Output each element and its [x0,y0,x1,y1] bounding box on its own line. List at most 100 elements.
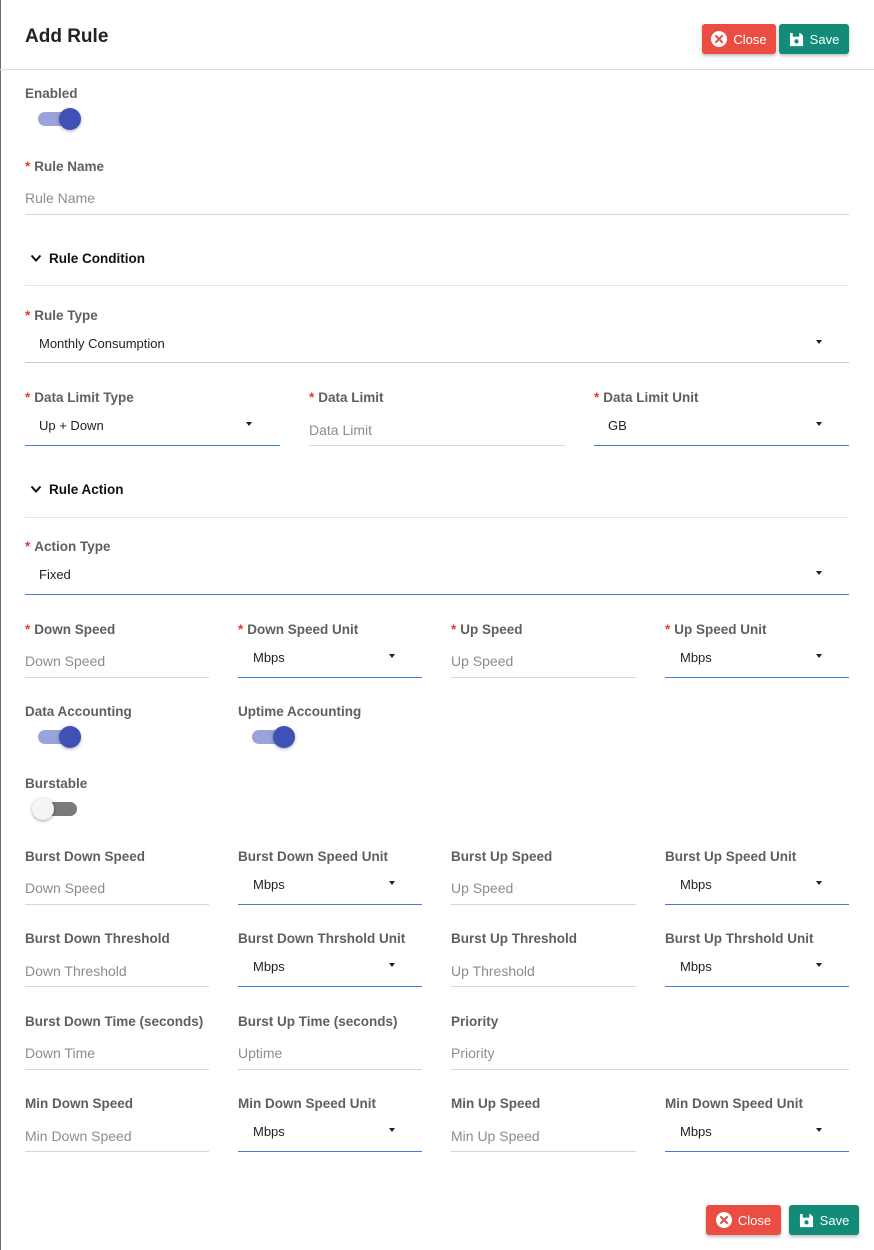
data-limit-unit-label: * Data Limit Unit [594,390,699,405]
min-down-speed-unit-underline [238,1151,422,1152]
down-speed-unit-select[interactable]: Mbps [253,650,285,665]
up-speed-unit-underline [665,677,849,678]
burst-down-threshold-unit-select[interactable]: Mbps [253,959,285,974]
min-down-speed-underline [25,1151,209,1152]
footer-close-button[interactable]: Close [706,1205,781,1235]
burst-up-speed-unit-label: Burst Up Speed Unit [665,849,797,864]
min-up-speed-input[interactable]: Min Up Speed [451,1128,540,1144]
burst-down-time-underline [25,1069,209,1070]
data-limit-label: * Data Limit [309,390,384,405]
action-type-label: * Action Type [25,539,111,554]
down-speed-underline [25,677,209,678]
enabled-toggle[interactable] [36,107,82,131]
divider [25,285,849,286]
caret-down-icon [816,422,822,426]
burst-up-time-label: Burst Up Time (seconds) [238,1014,398,1029]
burst-down-threshold-unit-label: Burst Down Thrshold Unit [238,931,406,946]
save-button[interactable]: Save [779,24,849,54]
burst-down-time-input[interactable]: Down Time [25,1045,95,1061]
burst-up-speed-underline [451,904,636,905]
caret-down-icon [816,654,822,658]
down-speed-unit-underline [238,677,422,678]
chevron-down-icon[interactable] [30,254,42,263]
min-down-speed-unit-select[interactable]: Mbps [253,1124,285,1139]
data-accounting-toggle[interactable] [36,725,82,749]
burstable-label: Burstable [25,776,88,791]
burst-up-threshold-underline [451,986,636,987]
caret-down-icon [389,654,395,658]
burst-down-speed-input[interactable]: Down Speed [25,880,105,896]
caret-down-icon [246,422,252,426]
rule-type-label: * Rule Type [25,308,98,323]
footer-close-label: Close [737,1212,772,1228]
up-speed-input[interactable]: Up Speed [451,653,513,669]
rule-action-title[interactable]: Rule Action [49,482,124,497]
chevron-down-icon[interactable] [30,485,42,494]
data-limit-type-select[interactable]: Up + Down [39,418,104,433]
down-speed-unit-label: * Down Speed Unit [238,622,359,637]
save-button-label: Save [809,31,840,47]
data-limit-unit-underline [594,445,849,446]
close-button[interactable]: Close [702,24,776,54]
burst-up-speed-unit-select[interactable]: Mbps [680,877,712,892]
burst-up-speed-label: Burst Up Speed [451,849,553,864]
min-down-speed-input[interactable]: Min Down Speed [25,1128,132,1144]
burst-up-threshold-unit-label: Burst Up Thrshold Unit [665,931,814,946]
up-speed-label: * Up Speed [451,622,523,637]
priority-input[interactable]: Priority [451,1045,495,1061]
rule-name-label: * Rule Name [25,159,105,174]
burst-down-threshold-input[interactable]: Down Threshold [25,963,127,979]
rule-name-input[interactable]: Rule Name [25,190,95,206]
burst-up-threshold-input[interactable]: Up Threshold [451,963,535,979]
uptime-accounting-toggle[interactable] [250,725,296,749]
divider [25,517,849,518]
page-title: Add Rule [25,26,109,47]
min-up-speed-underline [451,1151,636,1152]
burst-down-speed-label: Burst Down Speed [25,849,146,864]
burst-up-time-input[interactable]: Uptime [238,1045,282,1061]
caret-down-icon [816,340,822,344]
min-up-speed-unit-select[interactable]: Mbps [680,1124,712,1139]
min-up-speed-label: Min Up Speed [451,1096,541,1111]
data-limit-type-label: * Data Limit Type [25,390,134,405]
caret-down-icon [816,881,822,885]
burst-down-speed-unit-select[interactable]: Mbps [253,877,285,892]
priority-underline [451,1069,849,1070]
caret-down-icon [389,963,395,967]
close-button-label: Close [733,31,767,47]
burstable-toggle[interactable] [32,797,78,821]
data-limit-type-underline [25,445,280,446]
burst-down-speed-underline [25,904,209,905]
burst-up-threshold-label: Burst Up Threshold [451,931,578,946]
down-speed-input[interactable]: Down Speed [25,653,105,669]
up-speed-unit-label: * Up Speed Unit [665,622,767,637]
save-icon [789,32,803,46]
burst-down-speed-unit-label: Burst Down Speed Unit [238,849,389,864]
burst-up-speed-unit-underline [665,904,849,905]
footer-save-label: Save [819,1212,850,1228]
min-down-speed-unit-label: Min Down Speed Unit [238,1096,376,1111]
burst-down-time-label: Burst Down Time (seconds) [25,1014,204,1029]
caret-down-icon [389,1128,395,1132]
burst-up-threshold-unit-select[interactable]: Mbps [680,959,712,974]
data-limit-unit-select[interactable]: GB [608,418,627,433]
burst-up-time-underline [238,1069,422,1070]
footer-save-button[interactable]: Save [789,1205,859,1235]
down-speed-label: * Down Speed [25,622,116,637]
up-speed-underline [451,677,636,678]
burst-down-threshold-label: Burst Down Threshold [25,931,170,946]
save-icon [799,1213,813,1227]
up-speed-unit-select[interactable]: Mbps [680,650,712,665]
burst-up-speed-input[interactable]: Up Speed [451,880,513,896]
enabled-label: Enabled [25,86,78,101]
data-accounting-label: Data Accounting [25,704,132,719]
rule-condition-title[interactable]: Rule Condition [49,251,145,266]
action-type-select[interactable]: Fixed [39,567,71,582]
rule-type-underline [25,362,849,363]
close-circle-icon [715,1212,732,1228]
caret-down-icon [816,1128,822,1132]
data-limit-input[interactable]: Data Limit [309,422,372,438]
caret-down-icon [816,571,822,575]
rule-type-select[interactable]: Monthly Consumption [39,336,165,351]
action-type-underline [25,594,849,595]
